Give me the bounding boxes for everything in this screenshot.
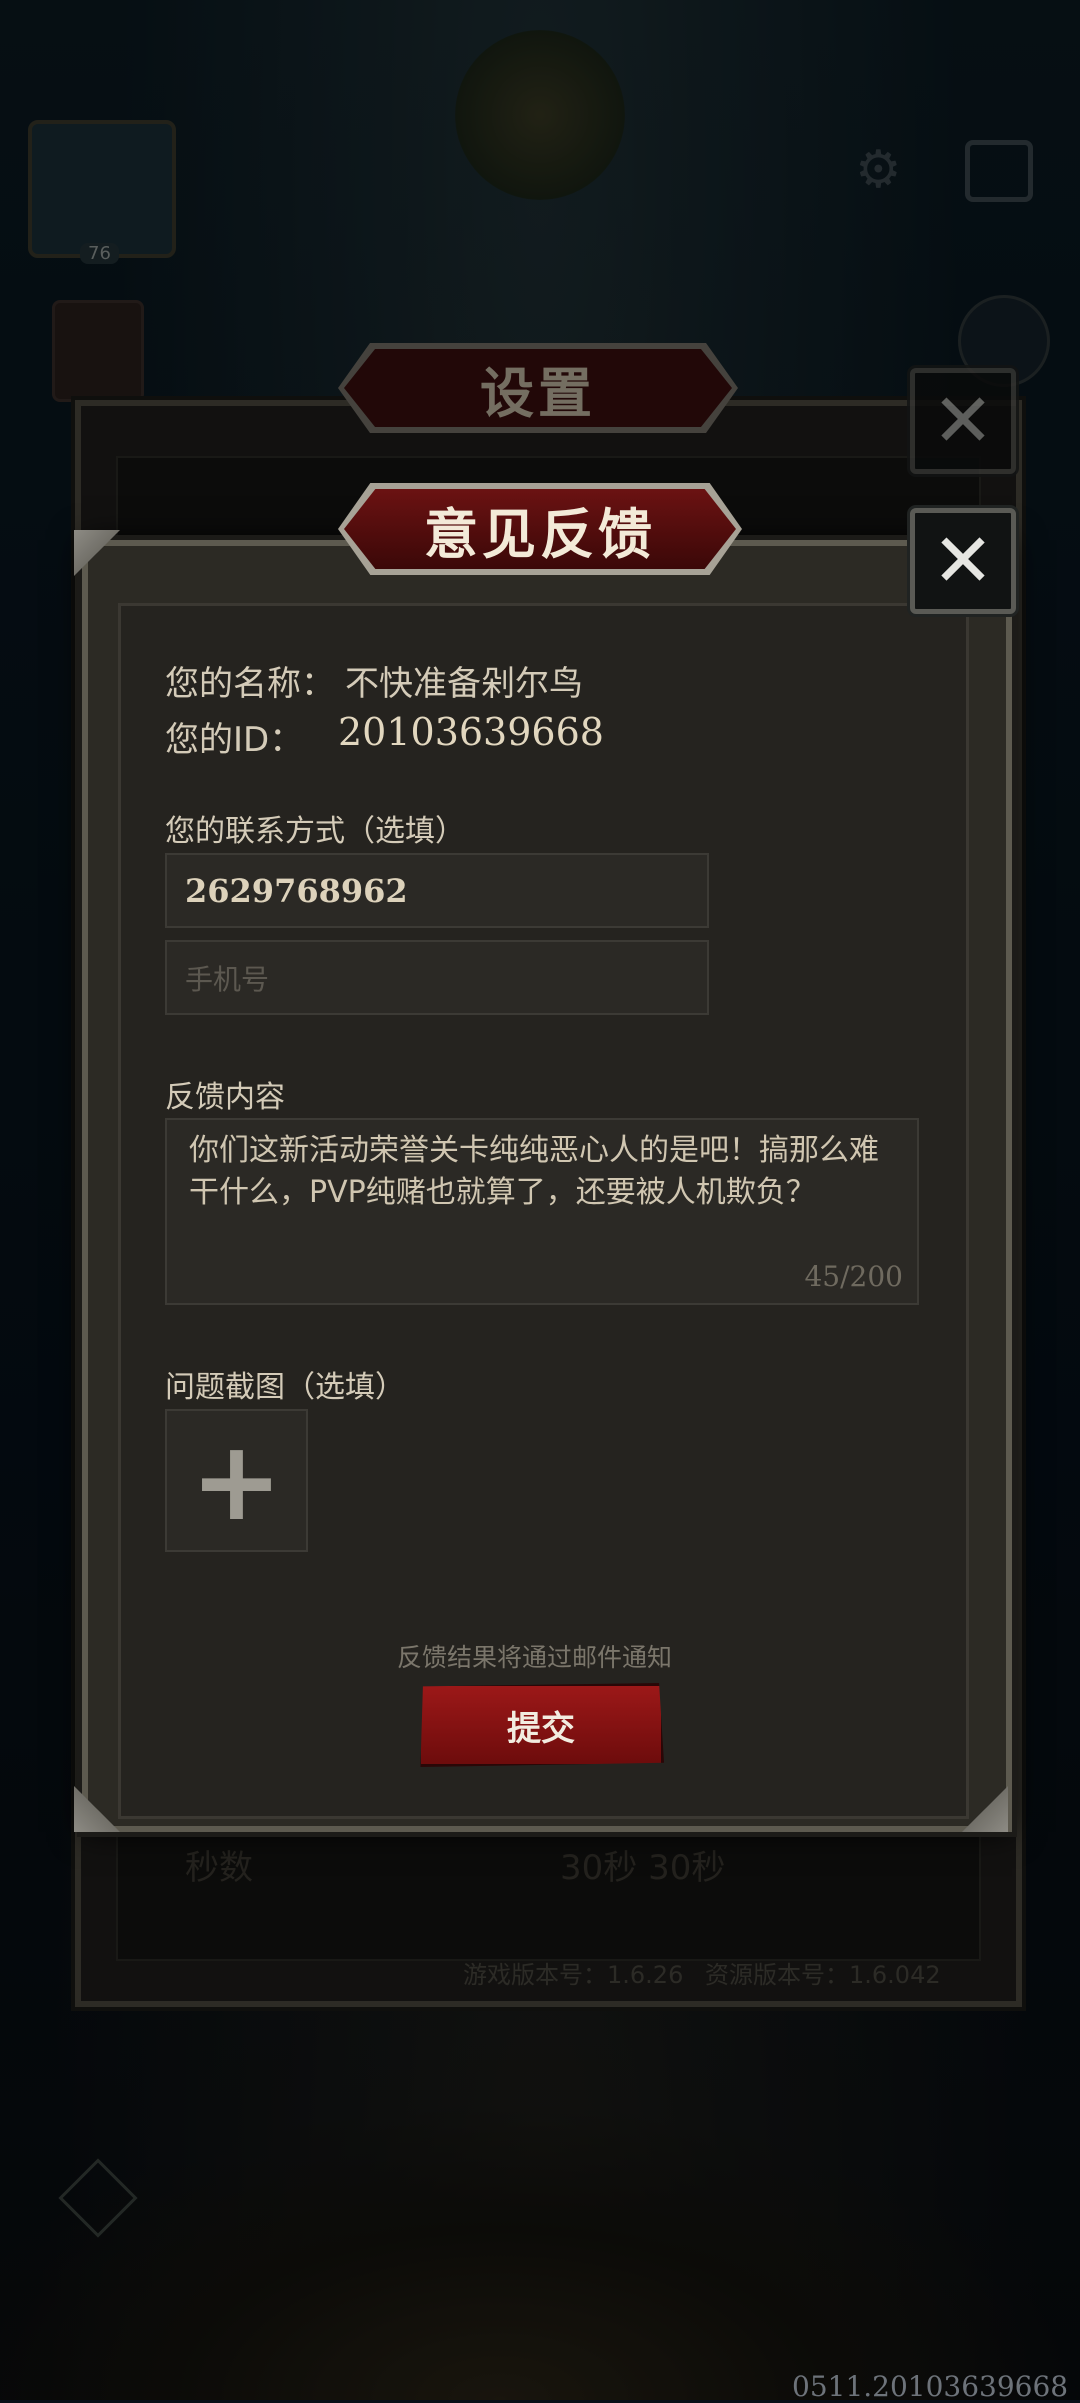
content-label: 反馈内容: [165, 1080, 285, 1115]
feedback-text: 你们这新活动荣誉关卡纯纯恶心人的是吧！搞那么难干什么，PVP纯赌也就算了，还要被…: [189, 1133, 879, 1210]
add-screenshot-button[interactable]: +: [165, 1409, 308, 1552]
plus-icon: +: [190, 1416, 283, 1545]
contact-field[interactable]: 2629768962: [165, 853, 709, 928]
id-value: 20103639668: [338, 710, 604, 754]
screenshot-label: 问题截图（选填）: [165, 1370, 405, 1405]
id-label: 您的ID：: [165, 720, 304, 760]
footer-id: 0511.20103639668: [792, 2370, 1069, 2403]
contact-label: 您的联系方式（选填）: [165, 814, 465, 849]
feedback-title: 意见反馈: [424, 502, 656, 566]
name-value: 不快准备剁尔鸟: [345, 664, 583, 704]
feedback-close-button[interactable]: ✕: [910, 508, 1016, 614]
phone-placeholder: 手机号: [185, 962, 270, 996]
submit-button[interactable]: 提交: [420, 1683, 664, 1767]
phone-field[interactable]: 手机号: [165, 940, 709, 1015]
close-icon: ✕: [931, 518, 994, 604]
notice-text: 反馈结果将通过邮件通知: [397, 1643, 673, 1672]
contact-value: 2629768962: [185, 871, 408, 910]
name-label: 您的名称：: [165, 664, 335, 704]
feedback-title-banner: 意见反馈: [338, 483, 742, 575]
char-counter: 45/200: [804, 1260, 903, 1293]
feedback-textarea[interactable]: 你们这新活动荣誉关卡纯纯恶心人的是吧！搞那么难干什么，PVP纯赌也就算了，还要被…: [165, 1118, 919, 1305]
